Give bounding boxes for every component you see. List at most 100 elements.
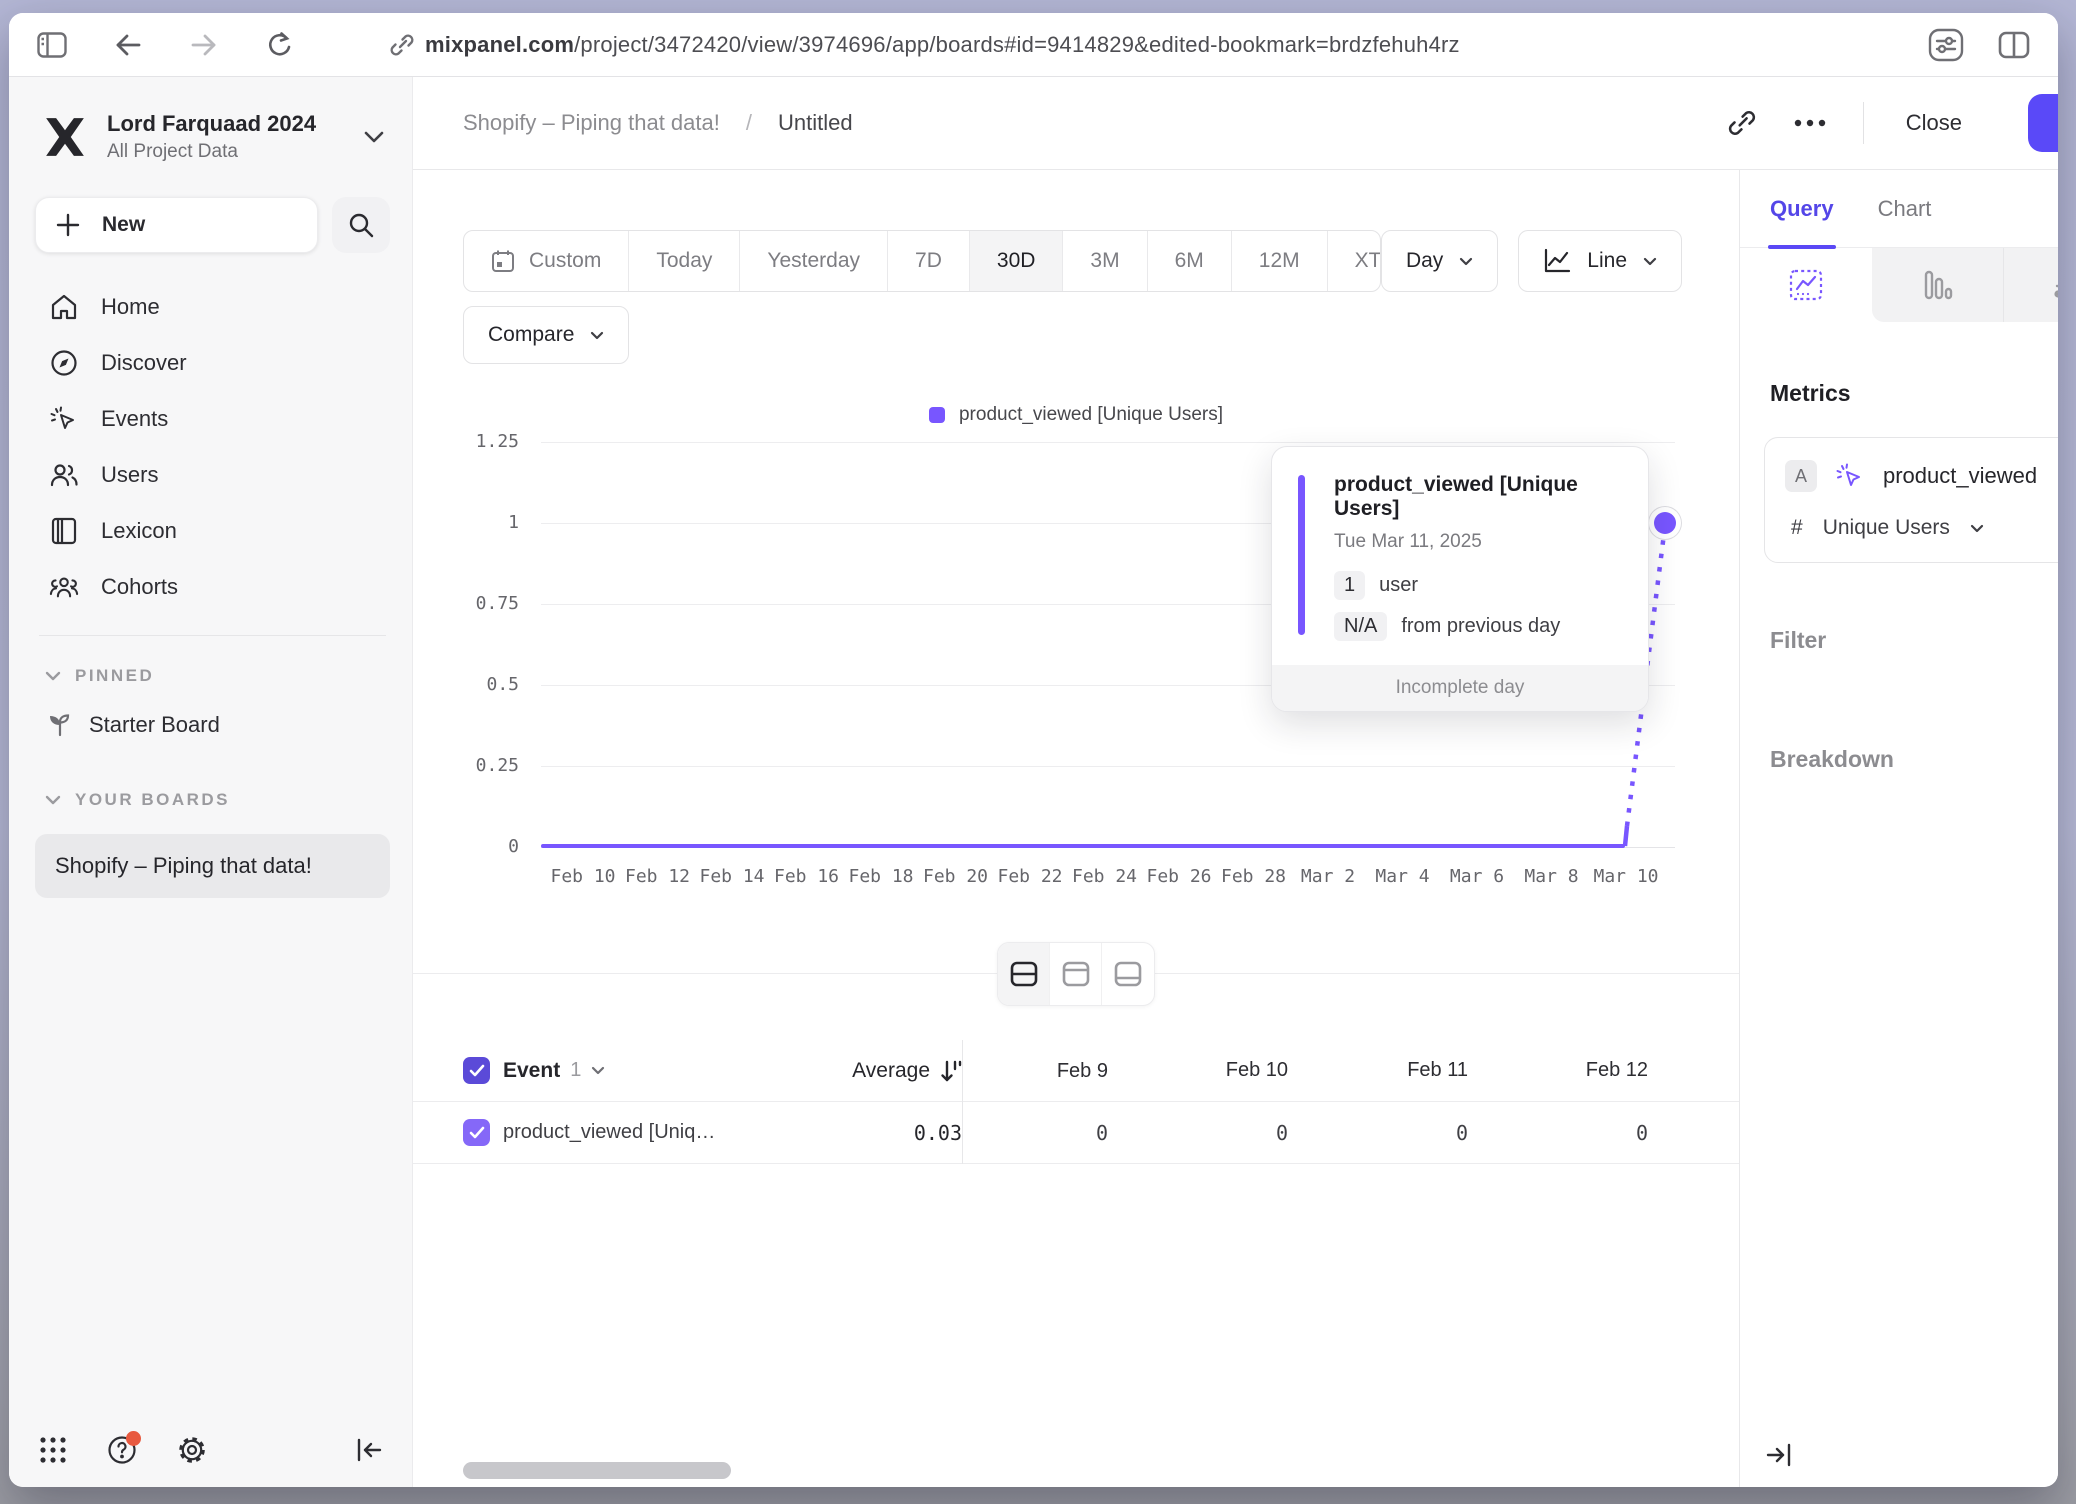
close-button[interactable]: Close — [1900, 100, 1968, 146]
search-button[interactable] — [332, 197, 390, 253]
sidebar-item-shopify-board[interactable]: Shopify – Piping that data! — [35, 834, 390, 898]
range-12m[interactable]: 12M — [1232, 231, 1328, 291]
tab-query[interactable]: Query — [1770, 170, 1834, 247]
more-options-icon[interactable] — [1793, 119, 1827, 127]
date-range-picker: Custom Today Yesterday 7D 30D 3M 6M 12M … — [463, 230, 1381, 292]
viz-tab-flows[interactable] — [2004, 248, 2058, 322]
tab-chart[interactable]: Chart — [1878, 170, 1932, 247]
chevron-down-icon[interactable] — [1970, 524, 1984, 533]
browser-window: mixpanel.com/project/3472420/view/397469… — [9, 13, 2058, 1487]
range-yesterday[interactable]: Yesterday — [740, 231, 888, 291]
date-column-header[interactable]: Feb 12 — [1502, 1059, 1682, 1082]
home-icon — [49, 293, 79, 321]
row-average-value: 0.03 — [914, 1121, 962, 1145]
metric-card[interactable]: A product_viewed # Unique Users — [1764, 437, 2058, 563]
breadcrumb-page[interactable]: Untitled — [778, 110, 853, 136]
row-checkbox[interactable] — [463, 1119, 490, 1146]
sidebar-item-discover[interactable]: Discover — [35, 335, 390, 391]
gridline — [541, 766, 1675, 767]
x-tick: Mar 8 — [1524, 866, 1578, 887]
y-tick: 1.25 — [423, 431, 519, 452]
help-icon[interactable] — [107, 1435, 137, 1465]
table-row[interactable]: product_viewed [Uniq… 0.03 0 0 0 0 — [413, 1102, 1739, 1164]
y-tick: 0.25 — [423, 755, 519, 776]
line-chart-icon — [1543, 248, 1571, 274]
viz-tab-funnels[interactable] — [1872, 248, 2004, 322]
chevron-down-icon — [364, 131, 384, 143]
gridline — [541, 442, 1675, 443]
layout-chart-only-button[interactable] — [1050, 943, 1102, 1005]
range-30d[interactable]: 30D — [970, 231, 1064, 291]
report-area: Custom Today Yesterday 7D 30D 3M 6M 12M … — [413, 170, 1739, 1487]
your-boards-section-header[interactable]: YOUR BOARDS — [35, 780, 390, 820]
range-7d[interactable]: 7D — [888, 231, 970, 291]
workspace-switcher[interactable]: Lord Farquaad 2024 All Project Data — [35, 103, 390, 163]
line-chart: product_viewed [Unique Users] 1.25 1 0.7… — [413, 404, 1739, 916]
breadcrumb-board[interactable]: Shopify – Piping that data! — [463, 110, 720, 136]
sidebar-item-users[interactable]: Users — [35, 447, 390, 503]
browser-toolbar: mixpanel.com/project/3472420/view/397469… — [9, 13, 2058, 77]
horizontal-scrollbar[interactable] — [463, 1462, 731, 1479]
pinned-section-header[interactable]: PINNED — [35, 656, 390, 696]
range-today[interactable]: Today — [629, 231, 740, 291]
series-line[interactable] — [541, 844, 1625, 848]
workspace-subtitle: All Project Data — [107, 141, 364, 163]
breadcrumb-separator: / — [746, 110, 752, 136]
date-column-header[interactable]: Feb 9 — [962, 1040, 1142, 1102]
y-tick: 0 — [423, 836, 519, 857]
mixpanel-logo — [43, 115, 87, 159]
chart-type-dropdown[interactable]: Line — [1518, 230, 1682, 292]
url-domain: mixpanel.com — [425, 32, 574, 57]
legend-swatch — [929, 407, 945, 423]
sidebar-item-lexicon[interactable]: Lexicon — [35, 503, 390, 559]
apps-grid-icon[interactable] — [39, 1436, 67, 1464]
sidebar-divider — [39, 635, 386, 636]
chevron-down-icon — [45, 671, 61, 681]
select-all-checkbox[interactable] — [463, 1057, 490, 1084]
sidebar-item-events[interactable]: Events — [35, 391, 390, 447]
new-button[interactable]: New — [35, 197, 318, 253]
copy-link-icon[interactable] — [1727, 108, 1757, 138]
collapse-panel-icon[interactable] — [1766, 1443, 1792, 1467]
sidebar-item-cohorts[interactable]: Cohorts — [35, 559, 390, 615]
granularity-dropdown[interactable]: Day — [1381, 230, 1498, 292]
forward-icon[interactable] — [189, 30, 219, 60]
breakdown-section-title: Breakdown — [1770, 746, 2058, 773]
url-path: /project/3472420/view/3974696/app/boards… — [574, 32, 1460, 57]
reload-icon[interactable] — [265, 30, 295, 60]
range-xtd[interactable]: XTD — [1328, 231, 1381, 291]
layout-table-only-button[interactable] — [1102, 943, 1154, 1005]
settings-gear-icon[interactable] — [177, 1435, 207, 1465]
sidebar-item-home[interactable]: Home — [35, 279, 390, 335]
tooltip-date: Tue Mar 11, 2025 — [1334, 531, 1620, 553]
metric-event-name[interactable]: product_viewed — [1883, 463, 2037, 489]
back-icon[interactable] — [113, 30, 143, 60]
workspace-name: Lord Farquaad 2024 — [107, 111, 316, 136]
collapse-sidebar-icon[interactable] — [356, 1438, 382, 1462]
browser-extensions-icon[interactable] — [1928, 28, 1964, 62]
browser-split-view-icon[interactable] — [1998, 31, 2030, 59]
range-6m[interactable]: 6M — [1148, 231, 1232, 291]
date-column-header[interactable]: Feb 11 — [1322, 1059, 1502, 1082]
sort-icon[interactable] — [940, 1059, 962, 1083]
save-button[interactable] — [2028, 94, 2058, 152]
data-point-marker[interactable] — [1649, 507, 1681, 539]
sidebar-footer — [9, 1413, 412, 1487]
range-3m[interactable]: 3M — [1063, 231, 1147, 291]
chevron-down-icon[interactable] — [591, 1066, 605, 1075]
tooltip-value-unit: user — [1379, 574, 1418, 597]
table-header-row: Event 1 Average Feb — [413, 1040, 1739, 1102]
layout-split-button[interactable] — [998, 943, 1050, 1005]
event-column-header[interactable]: Event — [503, 1059, 560, 1083]
browser-sidebar-toggle-icon[interactable] — [37, 30, 67, 60]
average-column-header[interactable]: Average — [852, 1059, 930, 1083]
metric-operator[interactable]: Unique Users — [1823, 516, 1950, 540]
viz-tab-line-active[interactable] — [1740, 248, 1872, 322]
compare-button[interactable]: Compare — [463, 306, 629, 364]
address-bar[interactable]: mixpanel.com/project/3472420/view/397469… — [387, 30, 1908, 60]
date-column-header[interactable]: Feb 10 — [1142, 1059, 1322, 1082]
range-custom[interactable]: Custom — [464, 231, 629, 291]
url-text: mixpanel.com/project/3472420/view/397469… — [425, 32, 1460, 58]
cohorts-icon — [49, 574, 79, 600]
sidebar-item-starter-board[interactable]: Starter Board — [35, 696, 390, 754]
